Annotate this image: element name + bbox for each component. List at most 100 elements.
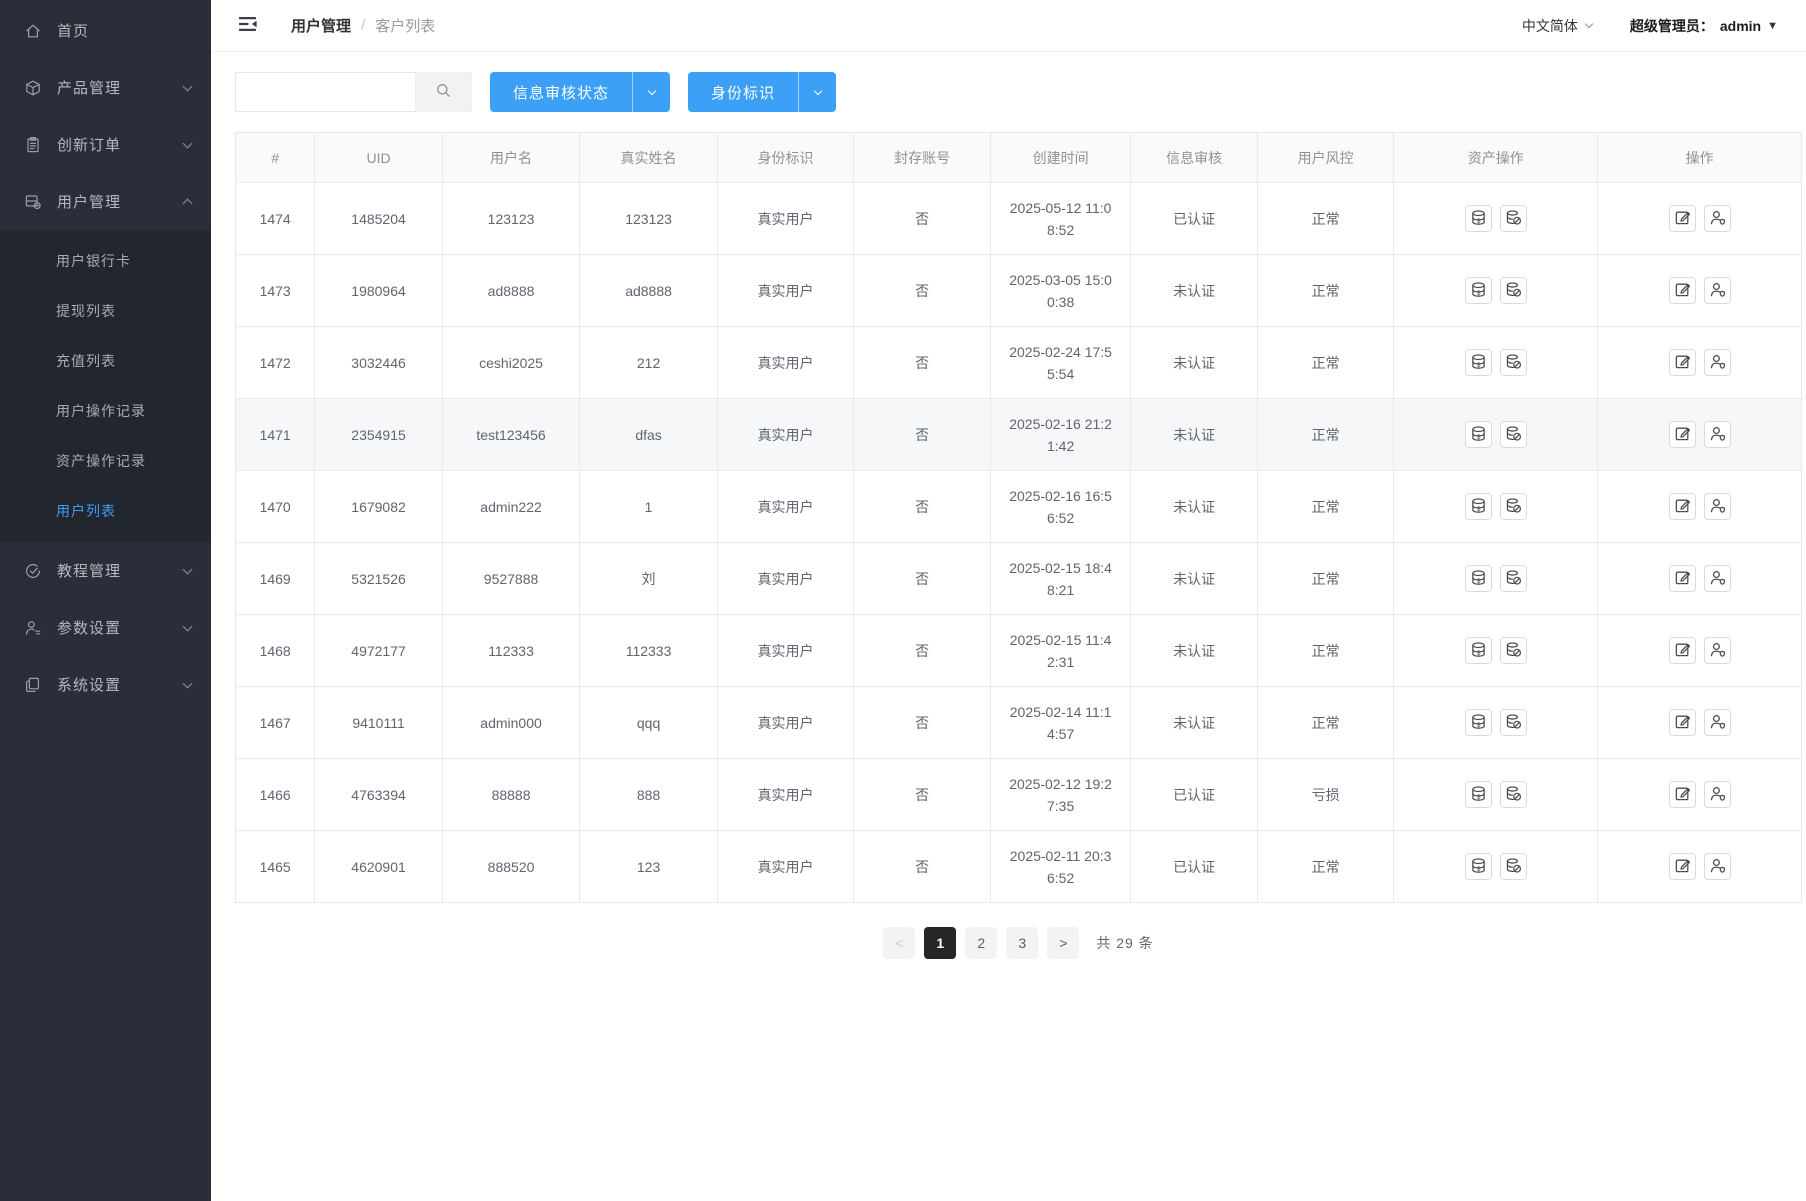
edit-user-button[interactable] bbox=[1669, 565, 1696, 592]
identity-filter-dropdown[interactable] bbox=[798, 72, 836, 112]
edit-user-button[interactable] bbox=[1669, 709, 1696, 736]
realname-cell: 1 bbox=[580, 471, 718, 543]
asset-deduct-button[interactable] bbox=[1500, 205, 1527, 232]
user-security-button[interactable] bbox=[1704, 277, 1731, 304]
page-button-2[interactable]: 2 bbox=[965, 927, 997, 959]
user-security-button[interactable] bbox=[1704, 421, 1731, 448]
user-security-button[interactable] bbox=[1704, 565, 1731, 592]
asset-add-button[interactable]: $ bbox=[1465, 493, 1492, 520]
table-row: 14684972177112333112333真实用户否2025-02-15 1… bbox=[236, 615, 1802, 687]
review-status-filter[interactable]: 信息审核状态 bbox=[490, 72, 670, 112]
edit-user-button[interactable] bbox=[1669, 349, 1696, 376]
user-security-button[interactable] bbox=[1704, 709, 1731, 736]
sidebar-item-withdraw-list[interactable]: 提现列表 bbox=[0, 286, 211, 336]
edit-user-button[interactable] bbox=[1669, 421, 1696, 448]
asset-ops-cell: $ bbox=[1394, 399, 1598, 471]
sidebar-item-system[interactable]: 系统设置 bbox=[0, 656, 211, 713]
language-selector[interactable]: 中文简体 bbox=[1522, 16, 1592, 36]
review-status-cell: 已认证 bbox=[1131, 831, 1257, 903]
next-page-button[interactable]: > bbox=[1047, 927, 1079, 959]
asset-deduct-button[interactable] bbox=[1500, 349, 1527, 376]
asset-deduct-button[interactable] bbox=[1500, 565, 1527, 592]
uid-cell: 3032446 bbox=[315, 327, 442, 399]
coins-block-icon bbox=[1505, 713, 1522, 733]
identity-cell: 真实用户 bbox=[717, 183, 854, 255]
asset-add-button[interactable]: $ bbox=[1465, 709, 1492, 736]
sidebar-item-user-op-log[interactable]: 用户操作记录 bbox=[0, 386, 211, 436]
review-status-cell: 未认证 bbox=[1131, 255, 1257, 327]
sidebar-item-parameters[interactable]: 参数设置 bbox=[0, 599, 211, 656]
row-index: 1468 bbox=[236, 615, 315, 687]
sidebar-item-orders[interactable]: 创新订单 bbox=[0, 116, 211, 173]
prev-page-button[interactable]: < bbox=[883, 927, 915, 959]
coins-block-icon bbox=[1505, 425, 1522, 445]
asset-add-button[interactable]: $ bbox=[1465, 565, 1492, 592]
edit-user-button[interactable] bbox=[1669, 853, 1696, 880]
sidebar-item-home[interactable]: 首页 bbox=[0, 2, 211, 59]
asset-deduct-button[interactable] bbox=[1500, 709, 1527, 736]
sidebar-item-user-list[interactable]: 用户列表 bbox=[0, 486, 211, 536]
admin-menu[interactable]: 超级管理员： admin ▼ bbox=[1630, 16, 1778, 36]
asset-deduct-button[interactable] bbox=[1500, 781, 1527, 808]
sealed-cell: 否 bbox=[854, 327, 991, 399]
realname-cell: 123 bbox=[580, 831, 718, 903]
asset-add-button[interactable]: $ bbox=[1465, 205, 1492, 232]
user-security-button[interactable] bbox=[1704, 205, 1731, 232]
search-input[interactable] bbox=[235, 72, 415, 112]
coins-dollar-icon: $ bbox=[1470, 713, 1487, 733]
page-button-3[interactable]: 3 bbox=[1006, 927, 1038, 959]
asset-add-button[interactable]: $ bbox=[1465, 853, 1492, 880]
column-header: 用户风控 bbox=[1257, 133, 1394, 183]
coins-block-icon bbox=[1505, 569, 1522, 589]
sidebar-item-recharge-list[interactable]: 充值列表 bbox=[0, 336, 211, 386]
risk-status-cell: 正常 bbox=[1257, 615, 1394, 687]
user-security-button[interactable] bbox=[1704, 637, 1731, 664]
svg-text:$: $ bbox=[1476, 218, 1480, 225]
review-status-cell: 未认证 bbox=[1131, 471, 1257, 543]
user-security-button[interactable] bbox=[1704, 853, 1731, 880]
coins-block-icon bbox=[1505, 497, 1522, 517]
asset-deduct-button[interactable] bbox=[1500, 493, 1527, 520]
coins-block-icon bbox=[1505, 281, 1522, 301]
user-security-button[interactable] bbox=[1704, 493, 1731, 520]
asset-add-button[interactable]: $ bbox=[1465, 421, 1492, 448]
sidebar-item-label: 系统设置 bbox=[57, 674, 184, 695]
identity-filter[interactable]: 身份标识 bbox=[688, 72, 836, 112]
asset-add-button[interactable]: $ bbox=[1465, 349, 1492, 376]
user-security-button[interactable] bbox=[1704, 349, 1731, 376]
edit-user-button[interactable] bbox=[1669, 637, 1696, 664]
asset-add-button[interactable]: $ bbox=[1465, 277, 1492, 304]
asset-deduct-button[interactable] bbox=[1500, 421, 1527, 448]
sidebar-item-products[interactable]: 产品管理 bbox=[0, 59, 211, 116]
asset-add-button[interactable]: $ bbox=[1465, 637, 1492, 664]
edit-user-button[interactable] bbox=[1669, 493, 1696, 520]
sidebar-item-label: 首页 bbox=[57, 20, 191, 41]
sidebar-item-asset-op-log[interactable]: 资产操作记录 bbox=[0, 436, 211, 486]
edit-user-button[interactable] bbox=[1669, 781, 1696, 808]
asset-add-button[interactable]: $ bbox=[1465, 781, 1492, 808]
sidebar-item-tutorials[interactable]: 教程管理 bbox=[0, 542, 211, 599]
sidebar-item-user-bankcards[interactable]: 用户银行卡 bbox=[0, 236, 211, 286]
edit-icon bbox=[1674, 497, 1691, 517]
breadcrumb: 用户管理 / 客户列表 bbox=[291, 15, 435, 36]
asset-deduct-button[interactable] bbox=[1500, 853, 1527, 880]
search-button[interactable] bbox=[415, 72, 472, 112]
sidebar-collapse-button[interactable] bbox=[235, 11, 263, 40]
review-status-filter-label: 信息审核状态 bbox=[490, 72, 632, 112]
identity-filter-label: 身份标识 bbox=[688, 72, 798, 112]
row-index: 1469 bbox=[236, 543, 315, 615]
edit-user-button[interactable] bbox=[1669, 277, 1696, 304]
page-button-1[interactable]: 1 bbox=[924, 927, 956, 959]
user-shield-icon bbox=[1709, 497, 1726, 517]
row-index: 1473 bbox=[236, 255, 315, 327]
edit-user-button[interactable] bbox=[1669, 205, 1696, 232]
asset-deduct-button[interactable] bbox=[1500, 277, 1527, 304]
table-row: 14741485204123123123123真实用户否2025-05-12 1… bbox=[236, 183, 1802, 255]
user-security-button[interactable] bbox=[1704, 781, 1731, 808]
asset-deduct-button[interactable] bbox=[1500, 637, 1527, 664]
review-status-filter-dropdown[interactable] bbox=[632, 72, 670, 112]
svg-text:$: $ bbox=[1476, 866, 1480, 873]
language-label: 中文简体 bbox=[1522, 16, 1578, 36]
sidebar-item-users[interactable]: 用户管理 bbox=[0, 173, 211, 230]
realname-cell: dfas bbox=[580, 399, 718, 471]
